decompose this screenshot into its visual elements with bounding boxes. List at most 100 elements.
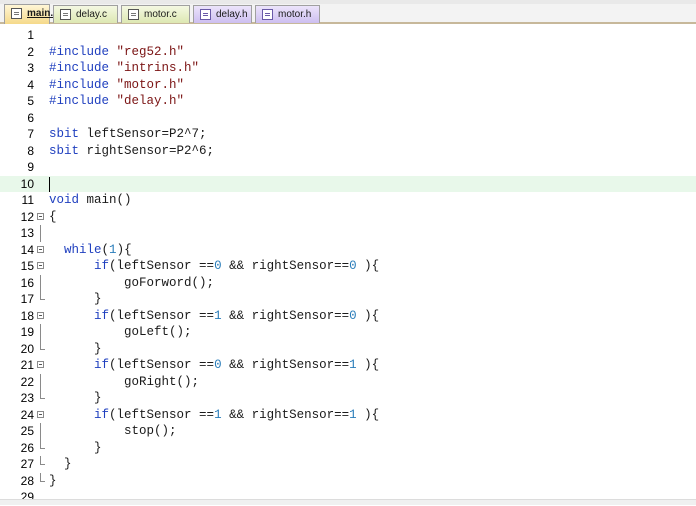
code-text: if(leftSensor ==0 && rightSensor==1 ){: [49, 357, 379, 374]
code-line[interactable]: 13: [0, 225, 696, 242]
fold-guide: [36, 340, 46, 358]
code-token: stop();: [49, 424, 177, 438]
fold-guide: [36, 456, 46, 473]
fold-guide: [36, 225, 46, 242]
code-line[interactable]: 5 #include "delay.h": [0, 93, 696, 110]
tab-delay-h[interactable]: delay.h: [193, 5, 252, 23]
code-line[interactable]: 14 while(1){: [0, 242, 696, 259]
code-text: if(leftSensor ==0 && rightSensor==0 ){: [49, 258, 379, 275]
h-file-icon: [262, 9, 273, 20]
line-number: 24: [20, 407, 34, 422]
code-token: while: [64, 242, 102, 257]
code-line[interactable]: 23 }: [0, 390, 696, 407]
code-token: goForword();: [49, 275, 215, 290]
tab-label: delay.h: [216, 9, 248, 20]
code-text: sbit leftSensor=P2^7;: [49, 126, 207, 143]
line-number: 14: [20, 242, 34, 257]
code-text: }: [49, 456, 72, 473]
code-token: (: [101, 242, 110, 257]
code-line[interactable]: 19 goLeft();: [0, 324, 696, 341]
fold-toggle-icon[interactable]: [36, 308, 46, 325]
tab-motor-c[interactable]: motor.c: [121, 5, 190, 23]
code-text: }: [49, 440, 102, 457]
fold-guide: [36, 390, 46, 407]
code-line[interactable]: 2 #include "reg52.h": [0, 44, 696, 61]
code-text: stop();: [49, 423, 177, 440]
code-token: }: [49, 457, 72, 471]
line-number: 22: [20, 374, 34, 389]
code-line[interactable]: 6: [0, 110, 696, 127]
code-line[interactable]: 25 stop();: [0, 423, 696, 440]
fold-guide: [36, 192, 46, 209]
fold-guide: [36, 110, 46, 127]
code-line[interactable]: 4 #include "motor.h": [0, 77, 696, 94]
code-text: if(leftSensor ==1 && rightSensor==0 ){: [49, 308, 379, 325]
code-line[interactable]: 11 void main(): [0, 192, 696, 209]
code-line[interactable]: 8 sbit rightSensor=P2^6;: [0, 143, 696, 160]
code-token: 0: [349, 259, 357, 273]
code-line[interactable]: 28}: [0, 472, 696, 490]
code-line[interactable]: 1: [0, 27, 696, 44]
code-token: "reg52.h": [116, 44, 185, 59]
code-token: {: [49, 209, 57, 224]
line-number: 16: [20, 275, 34, 290]
c-file-icon: [11, 8, 22, 19]
code-token: (leftSensor ==: [109, 407, 215, 422]
tab-label: motor.h: [278, 9, 312, 20]
code-token: goLeft();: [49, 325, 192, 339]
fold-guide: [36, 373, 46, 391]
code-token: ){: [356, 407, 380, 422]
fold-toggle-icon[interactable]: [36, 407, 46, 424]
code-token: ){: [116, 242, 132, 257]
code-line[interactable]: 20 }: [0, 340, 696, 358]
code-line[interactable]: 3 #include "intrins.h": [0, 60, 696, 77]
fold-toggle-icon[interactable]: [36, 209, 46, 226]
tab-label: motor.c: [144, 9, 177, 20]
code-line[interactable]: 10: [0, 175, 696, 192]
tab-main-c[interactable]: main.c: [4, 4, 59, 24]
fold-toggle-icon[interactable]: [36, 258, 46, 275]
code-line[interactable]: 12 {: [0, 209, 696, 226]
code-token: }: [49, 440, 102, 455]
code-token: (leftSensor ==: [109, 358, 215, 372]
code-token: 1: [214, 407, 222, 422]
code-token: ){: [356, 259, 380, 273]
code-line[interactable]: 16 goForword();: [0, 274, 696, 292]
code-line[interactable]: 27 }: [0, 456, 696, 473]
code-token: ){: [356, 358, 380, 372]
code-text: }: [49, 473, 57, 490]
code-token: 0: [214, 358, 222, 372]
code-token: sbit: [49, 127, 87, 141]
line-number: 5: [27, 94, 34, 108]
fold-toggle-icon[interactable]: [36, 357, 46, 374]
code-text: {: [49, 209, 57, 226]
code-text: while(1){: [49, 242, 132, 259]
line-number: 25: [20, 424, 34, 438]
code-line[interactable]: 17 }: [0, 291, 696, 308]
code-line[interactable]: 7 sbit leftSensor=P2^7;: [0, 126, 696, 143]
code-line[interactable]: 9: [0, 159, 696, 176]
fold-toggle-icon[interactable]: [36, 242, 46, 259]
line-number: 12: [20, 209, 34, 224]
code-token: 0: [349, 308, 357, 323]
code-line[interactable]: 18 if(leftSensor ==1 && rightSensor==0 )…: [0, 308, 696, 325]
fold-guide: [36, 324, 46, 341]
code-line[interactable]: 21 if(leftSensor ==0 && rightSensor==1 )…: [0, 357, 696, 374]
code-line[interactable]: 26 }: [0, 439, 696, 457]
code-line[interactable]: 22 goRight();: [0, 373, 696, 391]
tab-motor-h[interactable]: motor.h: [255, 5, 320, 23]
code-editor[interactable]: 1 2 #include "reg52.h" 3 #include "intrins.h…: [0, 27, 696, 505]
fold-guide: [36, 423, 46, 440]
code-token: sbit: [49, 143, 87, 158]
code-line[interactable]: 15 if(leftSensor ==0 && rightSensor==0 )…: [0, 258, 696, 275]
code-text: #include "intrins.h": [49, 60, 199, 77]
tab-delay-c[interactable]: delay.c: [53, 5, 118, 23]
code-token: 1: [349, 407, 357, 422]
code-token: "delay.h": [116, 94, 185, 108]
line-number: 13: [20, 226, 34, 240]
line-number: 15: [20, 259, 34, 273]
code-line[interactable]: 24 if(leftSensor ==1 && rightSensor==1 )…: [0, 407, 696, 424]
